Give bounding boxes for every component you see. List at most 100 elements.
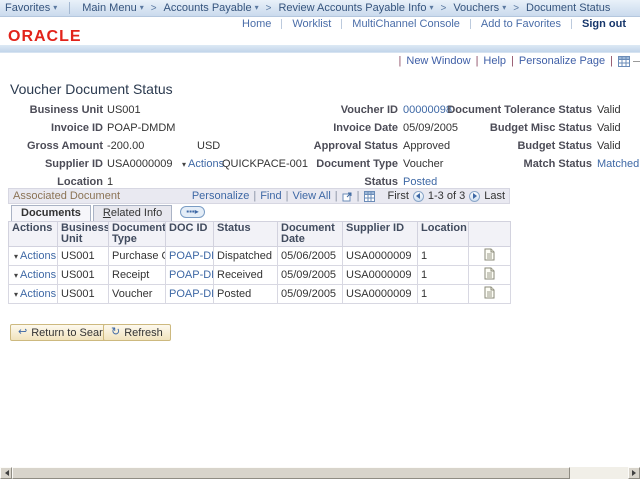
tab-documents[interactable]: Documents	[11, 205, 91, 221]
download-icon[interactable]	[364, 191, 375, 202]
column-header-business-unit: Business Unit	[58, 222, 109, 247]
field-value-doc-tolerance-status: Valid	[597, 104, 621, 117]
field-label-budget-status: Budget Status	[440, 140, 592, 153]
grid-toolbar: Personalize | Find | View All | |	[192, 190, 375, 202]
header-band	[0, 45, 640, 53]
chevron-down-icon: ▾	[502, 4, 506, 12]
divider: |	[476, 55, 479, 67]
column-header-supplier-id: Supplier ID	[343, 222, 418, 247]
chevron-down-icon: ▾	[182, 160, 186, 169]
field-label-approval-status: Approval Status	[270, 140, 398, 153]
divider: |	[335, 190, 338, 202]
favorites-label: Favorites	[5, 2, 50, 14]
pager-first-link[interactable]: First	[388, 190, 409, 202]
table-row: ▾Actions US001 Receipt POAP-DM Received …	[9, 266, 511, 285]
sign-out-link[interactable]: Sign out	[572, 18, 636, 30]
associated-document-section: Associated Document Personalize | Find |…	[8, 188, 510, 304]
cell-business-unit: US001	[58, 247, 109, 266]
cell-supplier-id: USA0000009	[343, 247, 418, 266]
grid-tabs: Documents Related Info ▪▪▪▸	[8, 204, 510, 221]
field-label-gross-amount: Gross Amount	[8, 140, 103, 153]
next-page-icon[interactable]	[469, 191, 480, 202]
chevron-down-icon: ▾	[14, 271, 18, 280]
doc-id-link[interactable]: POAP-DM	[166, 266, 214, 285]
field-label-invoice-id: Invoice ID	[8, 122, 103, 135]
show-tab-columns-icon[interactable]: ▪▪▪▸	[180, 206, 205, 218]
cell-business-unit: US001	[58, 266, 109, 285]
refresh-icon: ↻	[111, 327, 120, 338]
field-value-budget-misc-status: Valid	[597, 122, 621, 135]
right-arrow-icon	[473, 193, 480, 199]
field-label-invoice-date: Invoice Date	[270, 122, 398, 135]
divider: |	[610, 55, 613, 67]
chevron-down-icon: ▾	[53, 4, 57, 12]
cell-document-date: 05/09/2005	[278, 266, 343, 285]
cell-document-type: Purchase Order	[109, 247, 166, 266]
associated-documents-table: Actions Business Unit Document Type DOC …	[8, 221, 511, 304]
row-actions-cell[interactable]: ▾Actions	[9, 285, 58, 304]
favorites-menu[interactable]: Favorites ▾	[0, 2, 62, 14]
pager-range: 1-3 of 3	[428, 190, 465, 202]
tab-related-info[interactable]: Related Info	[93, 205, 172, 221]
doc-id-link[interactable]: POAP-DM	[166, 285, 214, 304]
scroll-right-button[interactable]	[628, 467, 640, 479]
personalize-page-link[interactable]: Personalize Page	[519, 55, 605, 67]
view-all-link[interactable]: View All	[292, 190, 330, 202]
view-document-cell[interactable]	[469, 285, 511, 304]
divider	[69, 2, 70, 14]
view-document-cell[interactable]	[469, 247, 511, 266]
field-value-document-type: Voucher	[403, 158, 443, 171]
refresh-button[interactable]: ↻ Refresh	[103, 324, 171, 341]
doc-id-link[interactable]: POAP-DM	[166, 247, 214, 266]
field-value-gross-amount: -200.00	[107, 140, 144, 153]
breadcrumb-item-main-menu[interactable]: Main Menu ▾	[77, 2, 148, 14]
row-actions-cell[interactable]: ▾Actions	[9, 247, 58, 266]
new-window-link[interactable]: New Window	[406, 55, 470, 67]
cell-location: 1	[418, 266, 469, 285]
chevron-down-icon: ▾	[14, 290, 18, 299]
cell-status: Posted	[214, 285, 278, 304]
scroll-left-button[interactable]	[0, 467, 12, 479]
multichannel-console-link[interactable]: MultiChannel Console	[342, 18, 470, 30]
breadcrumb-item-vouchers[interactable]: Vouchers ▾	[448, 2, 511, 14]
cell-supplier-id: USA0000009	[343, 266, 418, 285]
view-document-cell[interactable]	[469, 266, 511, 285]
breadcrumb-item-review-ap-info[interactable]: Review Accounts Payable Info ▾	[273, 2, 438, 14]
document-icon	[484, 267, 495, 280]
personalize-link[interactable]: Personalize	[192, 190, 249, 202]
pager-last-link[interactable]: Last	[484, 190, 505, 202]
scrollbar-thumb[interactable]	[12, 467, 570, 479]
page-links: | New Window | Help | Personalize Page |	[394, 55, 630, 67]
field-value-currency: USD	[197, 140, 220, 153]
home-link[interactable]: Home	[232, 18, 281, 30]
left-arrow-icon	[2, 470, 9, 476]
cell-status: Received	[214, 266, 278, 285]
section-header: Associated Document Personalize | Find |…	[8, 188, 510, 204]
horizontal-scrollbar[interactable]	[0, 467, 640, 479]
match-status-link[interactable]: Matched	[597, 158, 639, 171]
field-label-document-type: Document Type	[270, 158, 398, 171]
supplier-actions-dropdown[interactable]: ▾Actions	[180, 158, 224, 171]
document-icon	[484, 286, 495, 299]
worklist-link[interactable]: Worklist	[282, 18, 341, 30]
oracle-logo: ORACLE	[8, 28, 82, 46]
divider: |	[399, 55, 402, 67]
row-actions-cell[interactable]: ▾Actions	[9, 266, 58, 285]
field-label-doc-tolerance-status: Document Tolerance Status	[440, 104, 592, 117]
http-grid-icon[interactable]	[618, 56, 630, 67]
previous-page-icon[interactable]	[413, 191, 424, 202]
column-header-doc-id: DOC ID	[166, 222, 214, 247]
add-to-favorites-link[interactable]: Add to Favorites	[471, 18, 571, 30]
divider: |	[511, 55, 514, 67]
popup-window-icon[interactable]	[342, 191, 353, 202]
column-header-location: Location	[418, 222, 469, 247]
help-link[interactable]: Help	[483, 55, 506, 67]
breadcrumb-item-accounts-payable[interactable]: Accounts Payable ▾	[159, 2, 264, 14]
field-label-match-status: Match Status	[440, 158, 592, 171]
breadcrumb: Favorites ▾ Main Menu ▾ > Accounts Payab…	[0, 0, 640, 17]
cell-supplier-id: USA0000009	[343, 285, 418, 304]
page-title: Voucher Document Status	[10, 81, 173, 97]
breadcrumb-item-document-status: Document Status	[521, 2, 615, 14]
find-link[interactable]: Find	[260, 190, 281, 202]
cell-business-unit: US001	[58, 285, 109, 304]
